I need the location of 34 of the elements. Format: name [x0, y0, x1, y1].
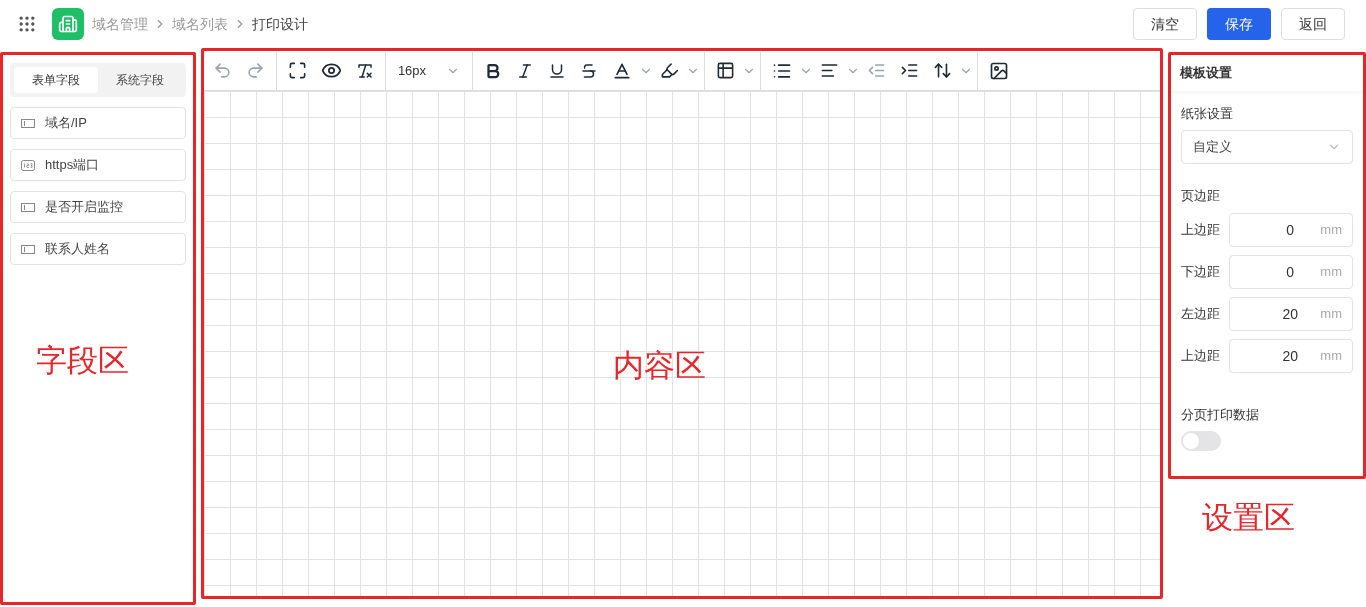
field-label: 分页打印数据	[1181, 406, 1261, 424]
field-item[interactable]: 是否开启监控	[10, 191, 186, 223]
header-button[interactable]: 返回	[1281, 8, 1345, 40]
header-button[interactable]: 保存	[1207, 8, 1271, 40]
margin-label: 上边距	[1181, 347, 1222, 366]
field-item[interactable]: https端口	[10, 149, 186, 181]
margin-input[interactable]: 20 mm	[1229, 297, 1353, 331]
margin-label: 左边距	[1181, 305, 1222, 324]
field-item[interactable]: 域名/IP	[10, 107, 186, 139]
margin-label: 上边距	[1181, 221, 1222, 240]
field-tab[interactable]: 系统字段	[97, 67, 182, 93]
breadcrumb-item: 打印设计	[252, 14, 308, 34]
field-tab[interactable]: 表单字段	[14, 67, 98, 93]
field-label: 纸张设置	[1181, 105, 1235, 123]
panel-title: 模板设置	[1171, 55, 1363, 91]
text-field-icon	[21, 244, 35, 254]
number-field-icon	[21, 159, 35, 171]
text-field-icon	[21, 202, 35, 212]
header-button[interactable]: 清空	[1133, 8, 1197, 40]
apps-menu-icon[interactable]	[17, 14, 37, 34]
paper-select[interactable]: 自定义	[1181, 129, 1353, 164]
font-size-dropdown[interactable]: 16px	[389, 60, 468, 81]
app-logo-icon	[52, 8, 84, 40]
toggle-switch[interactable]	[1181, 430, 1222, 451]
margin-input[interactable]: 0 mm	[1229, 255, 1353, 289]
annotation-label: 设置区	[1202, 499, 1296, 537]
text-field-icon	[21, 118, 35, 128]
margin-input[interactable]: 0 mm	[1229, 213, 1353, 247]
margin-label: 下边距	[1181, 263, 1222, 282]
annotation-label: 字段区	[36, 342, 129, 380]
annotation-label: 内容区	[612, 347, 706, 385]
margin-input[interactable]: 20 mm	[1229, 339, 1353, 373]
section-label: 页边距	[1181, 186, 1222, 205]
field-item[interactable]: 联系人姓名	[10, 233, 186, 265]
